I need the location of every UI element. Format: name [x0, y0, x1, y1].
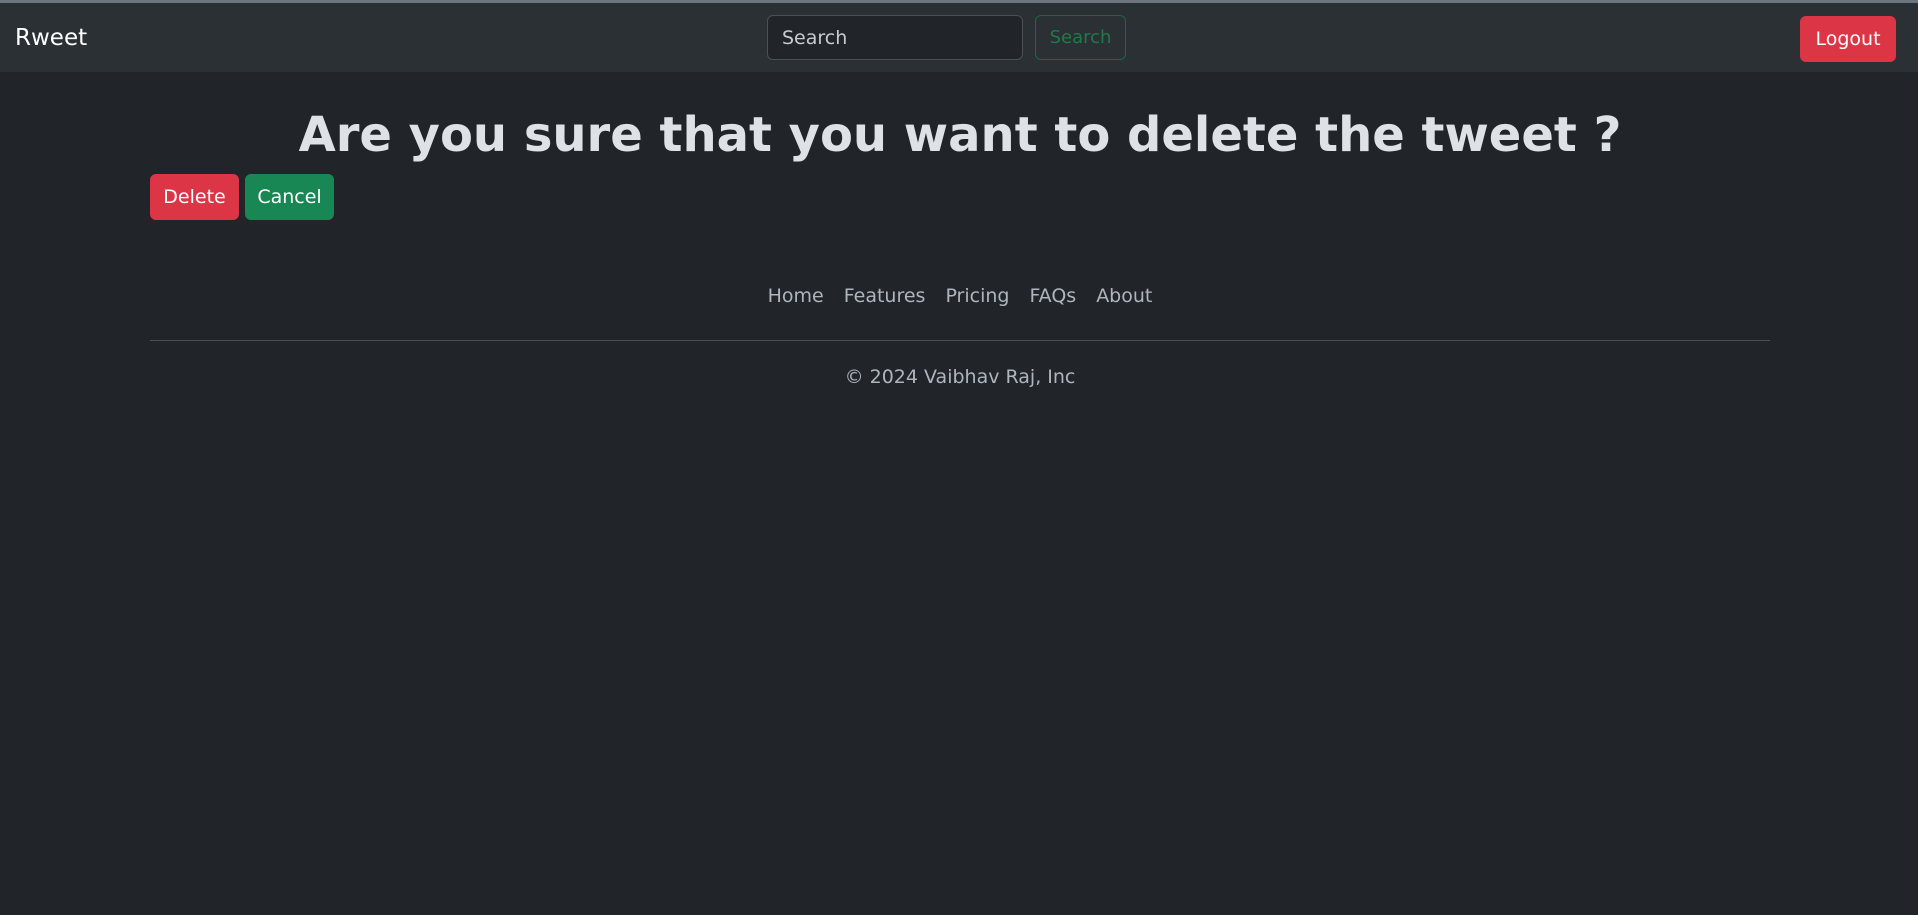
- search-input[interactable]: [767, 15, 1023, 60]
- footer-link-faqs[interactable]: FAQs: [1019, 282, 1086, 310]
- footer-link-about[interactable]: About: [1086, 282, 1162, 310]
- logout-button[interactable]: Logout: [1800, 16, 1896, 62]
- footer-divider: [150, 340, 1770, 341]
- footer-link-home[interactable]: Home: [758, 282, 834, 310]
- brand-link[interactable]: Rweet: [15, 23, 87, 53]
- search-button[interactable]: Search: [1035, 15, 1126, 60]
- footer-link-features[interactable]: Features: [834, 282, 936, 310]
- copyright-text: © 2024 Vaibhav Raj, Inc: [844, 366, 1076, 388]
- footer-nav: Home Features Pricing FAQs About: [150, 282, 1770, 310]
- footer-link-pricing[interactable]: Pricing: [935, 282, 1019, 310]
- page-title: Are you sure that you want to delete the…: [298, 107, 1622, 163]
- delete-button[interactable]: Delete: [150, 174, 239, 220]
- cancel-button[interactable]: Cancel: [245, 174, 334, 220]
- navbar: Rweet Search Logout: [0, 3, 1918, 72]
